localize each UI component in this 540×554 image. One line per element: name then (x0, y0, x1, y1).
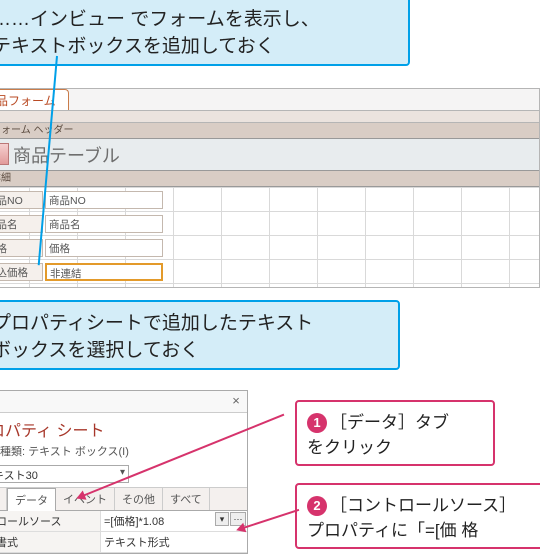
property-row-textformat: 字書式 テキスト形式 (0, 532, 247, 553)
field-label[interactable]: 商品NO (0, 191, 43, 209)
form-header-band: 商品テーブル (0, 139, 539, 171)
section-header-detail[interactable]: 詳細 (0, 171, 539, 187)
form-tab-label: 品フォーム (0, 94, 56, 108)
field-control[interactable]: 商品名 (45, 215, 163, 233)
callout-2-text: ［コントロールソース］ プロパティに「=[価 格 (307, 496, 516, 540)
dropdown-icon[interactable]: ▾ (215, 512, 229, 526)
property-label: 字書式 (0, 532, 101, 552)
property-sheet-titlebar: × (0, 391, 247, 413)
property-value-controlsource[interactable]: =[価格]*1.08 ▾ ⋯ (101, 511, 247, 531)
tab-format[interactable]: 式 (0, 488, 7, 510)
field-control[interactable]: 商品NO (45, 191, 163, 209)
detail-band[interactable]: 商品NO 商品NO 商品名 商品名 価格 価格 税込価格 非連結 (0, 187, 539, 287)
property-selection-row: キスト30 (0, 461, 247, 487)
tab-other[interactable]: その他 (115, 488, 163, 510)
property-sheet: × ロパティ シート の種類: テキスト ボックス(I) キスト30 式 データ… (0, 390, 248, 554)
access-form-designer: 品フォーム フォーム ヘッダー 商品テーブル 詳細 商品NO 商品NO 商品名 … (0, 88, 540, 288)
section-header-formheader[interactable]: フォーム ヘッダー (0, 123, 539, 139)
tab-data[interactable]: データ (7, 488, 56, 511)
form-logo-icon (0, 143, 9, 165)
field-label[interactable]: 商品名 (0, 215, 43, 233)
property-sheet-title: ロパティ シート (0, 413, 247, 441)
close-icon[interactable]: × (227, 392, 245, 410)
callout-number-icon: 2 (307, 496, 327, 516)
property-tabs: 式 データ イベント その他 すべて (0, 487, 247, 511)
field-label[interactable]: 価格 (0, 239, 43, 257)
property-label: トロールソース (0, 511, 101, 531)
tab-all[interactable]: すべて (163, 488, 210, 510)
form-tab-bar: 品フォーム (0, 89, 539, 111)
instruction-box-middle: プロパティシートで追加したテキスト ボックスを選択しておく (0, 300, 400, 370)
callout-arrow-2 (240, 509, 300, 530)
callout-number-icon: 1 (307, 413, 327, 433)
unbound-textbox-selected[interactable]: 非連結 (45, 263, 163, 281)
form-document-tab[interactable]: 品フォーム (0, 89, 69, 110)
field-control[interactable]: 価格 (45, 239, 163, 257)
property-row-controlsource: トロールソース =[価格]*1.08 ▾ ⋯ (0, 511, 247, 532)
instruction-top-text: ……インビュー でフォームを表示し、 テキストボックスを追加しておく (0, 9, 320, 57)
instruction-middle-text: プロパティシートで追加したテキスト ボックスを選択しておく (0, 313, 313, 361)
horizontal-ruler (0, 111, 539, 123)
field-label[interactable]: 税込価格 (0, 263, 43, 281)
callout-1-text: ［データ］タブ をクリック (307, 413, 449, 457)
property-value-textformat[interactable]: テキスト形式 (101, 532, 247, 552)
callout-step-2: 2［コントロールソース］ プロパティに「=[価 格 (295, 483, 540, 549)
form-title-label[interactable]: 商品テーブル (13, 142, 120, 168)
callout-step-1: 1［データ］タブ をクリック (295, 400, 495, 466)
instruction-box-top: ……インビュー でフォームを表示し、 テキストボックスを追加しておく (0, 0, 410, 66)
control-selector-combo[interactable]: キスト30 (0, 465, 129, 483)
